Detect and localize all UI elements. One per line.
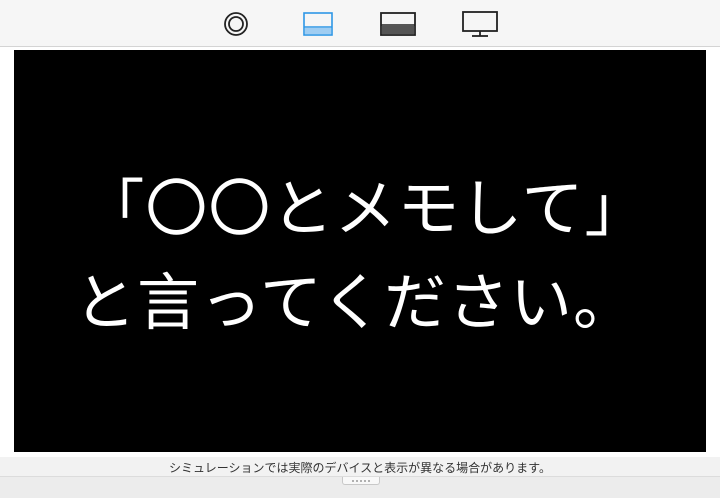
bottom-bar	[0, 476, 720, 498]
device-screen: 「〇〇とメモして」 と言ってください。	[14, 50, 706, 452]
watch-view-button[interactable]	[216, 9, 256, 39]
tv-monitor-icon	[462, 11, 498, 37]
resize-handle[interactable]	[342, 477, 380, 485]
simulation-notice: シミュレーションでは実際のデバイスと表示が異なる場合があります。	[169, 461, 551, 475]
watch-icon	[224, 12, 248, 36]
simulator-content: 「〇〇とメモして」 と言ってください。	[0, 47, 720, 457]
display-panel-icon	[380, 12, 416, 36]
voice-panel-view-button[interactable]	[298, 9, 338, 39]
voice-panel-icon	[303, 12, 333, 36]
screen-text-line-2: と言ってください。	[73, 266, 637, 339]
screen-text-line-1: 「〇〇とメモして」	[82, 172, 648, 245]
tv-view-button[interactable]	[460, 9, 500, 39]
display-panel-view-button[interactable]	[378, 9, 418, 39]
device-toolbar	[0, 0, 720, 47]
